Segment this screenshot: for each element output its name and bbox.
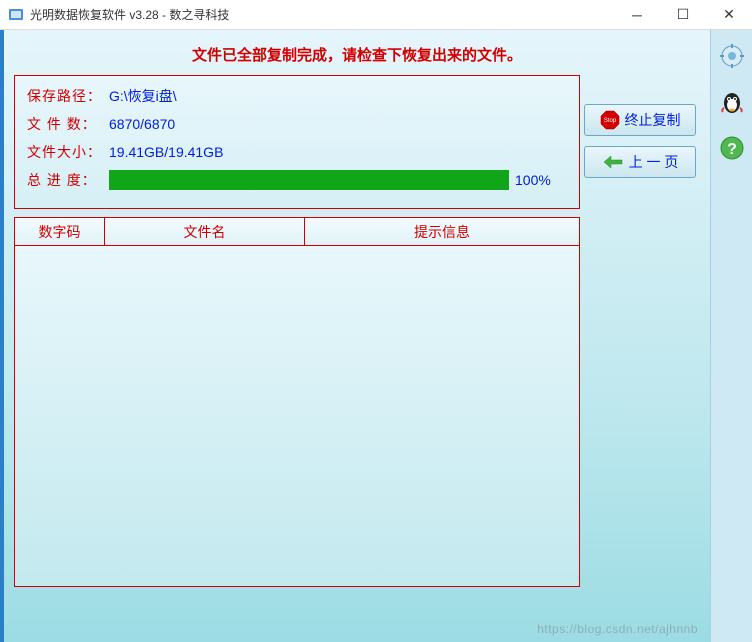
side-toolbar: ? [710, 30, 752, 642]
arrow-left-icon [602, 154, 624, 170]
watermark: https://blog.csdn.net/ajhnnb [537, 622, 698, 636]
file-size-label: 文件大小： [27, 142, 109, 162]
stop-copy-label: 终止复制 [625, 110, 681, 130]
table-header-filename[interactable]: 文件名 [105, 218, 305, 246]
prev-page-button[interactable]: 上 一 页 [584, 146, 696, 178]
app-icon [8, 7, 24, 23]
stop-copy-button[interactable]: Stop 终止复制 [584, 104, 696, 136]
svg-text:Stop: Stop [603, 118, 616, 124]
settings-icon[interactable] [718, 42, 746, 70]
progress-bar [109, 170, 509, 190]
file-size-value: 19.41GB/19.41GB [109, 144, 223, 160]
prev-page-label: 上 一 页 [629, 152, 679, 172]
titlebar: 光明数据恢复软件 v3.28 - 数之寻科技 ─ ☐ ✕ [0, 0, 752, 30]
result-table: 数字码 文件名 提示信息 [14, 217, 580, 587]
help-icon[interactable]: ? [718, 134, 746, 162]
file-count-value: 6870/6870 [109, 116, 175, 132]
file-count-label: 文 件 数： [27, 114, 109, 134]
minimize-button[interactable]: ─ [614, 0, 660, 29]
save-path-value: G:\恢复i盘\ [109, 86, 177, 106]
save-path-label: 保存路径： [27, 86, 109, 106]
close-button[interactable]: ✕ [706, 0, 752, 29]
stop-icon: Stop [600, 110, 620, 130]
table-header-message[interactable]: 提示信息 [305, 218, 579, 246]
progress-percent: 100% [515, 172, 551, 188]
table-header-code[interactable]: 数字码 [15, 218, 105, 246]
table-body [15, 246, 579, 586]
qq-icon[interactable] [718, 88, 746, 116]
window-controls: ─ ☐ ✕ [614, 0, 752, 29]
maximize-button[interactable]: ☐ [660, 0, 706, 29]
status-message: 文件已全部复制完成，请检查下恢复出来的文件。 [14, 40, 700, 75]
progress-label: 总 进 度： [27, 170, 109, 190]
window-title: 光明数据恢复软件 v3.28 - 数之寻科技 [30, 6, 229, 23]
info-panel: 保存路径： G:\恢复i盘\ 文 件 数： 6870/6870 文件大小： 19… [14, 75, 580, 209]
svg-text:?: ? [727, 141, 737, 158]
